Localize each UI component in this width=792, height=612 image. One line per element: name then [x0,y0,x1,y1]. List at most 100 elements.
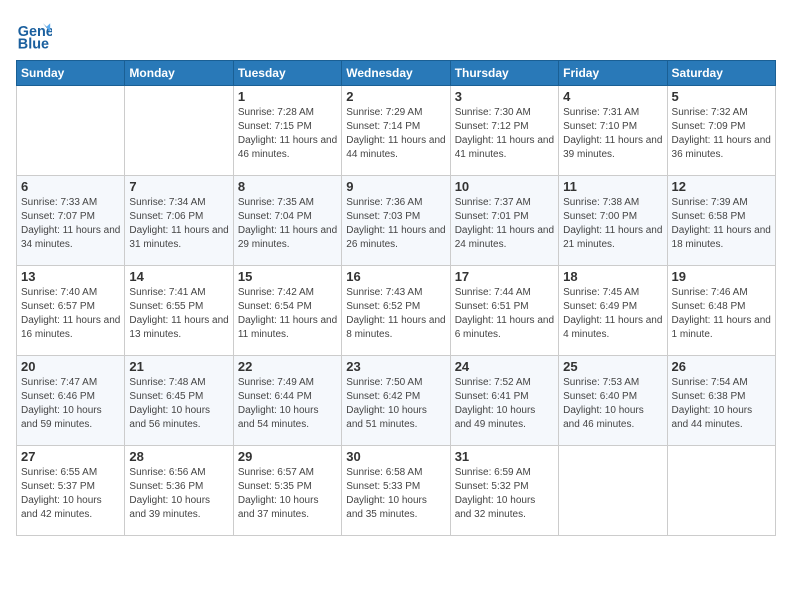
calendar-week-4: 20 Sunrise: 7:47 AM Sunset: 6:46 PM Dayli… [17,356,776,446]
cell-content: Sunrise: 7:35 AM Sunset: 7:04 PM Dayligh… [238,196,337,252]
day-number: 22 [238,359,337,374]
page-header: General Blue [16,16,776,52]
cell-content: Sunrise: 7:40 AM Sunset: 6:57 PM Dayligh… [21,286,120,342]
calendar-cell: 20 Sunrise: 7:47 AM Sunset: 6:46 PM Dayli… [17,356,125,446]
calendar-cell: 6Sunrise: 7:33 AM Sunset: 7:07 PM Daylig… [17,176,125,266]
cell-content: Sunrise: 7:53 AM Sunset: 6:40 PM Dayligh… [563,376,662,432]
day-number: 30 [346,449,445,464]
day-number: 8 [238,179,337,194]
calendar-week-3: 13 Sunrise: 7:40 AM Sunset: 6:57 PM Dayli… [17,266,776,356]
day-number: 16 [346,269,445,284]
day-header-tuesday: Tuesday [233,61,341,86]
cell-content: Sunrise: 7:49 AM Sunset: 6:44 PM Dayligh… [238,376,337,432]
calendar-cell: 3 Sunrise: 7:30 AM Sunset: 7:12 PM Daylig… [450,86,558,176]
cell-content: Sunrise: 7:52 AM Sunset: 6:41 PM Dayligh… [455,376,554,432]
day-number: 12 [672,179,771,194]
calendar-cell: 31 Sunrise: 6:59 AM Sunset: 5:32 PM Dayli… [450,446,558,536]
cell-content: Sunrise: 7:34 AM Sunset: 7:06 PM Dayligh… [129,196,228,252]
calendar-cell [125,86,233,176]
cell-content: Sunrise: 7:43 AM Sunset: 6:52 PM Dayligh… [346,286,445,342]
cell-content: Sunrise: 6:56 AM Sunset: 5:36 PM Dayligh… [129,466,228,522]
day-number: 3 [455,89,554,104]
cell-content: Sunrise: 6:59 AM Sunset: 5:32 PM Dayligh… [455,466,554,522]
day-number: 11 [563,179,662,194]
day-number: 21 [129,359,228,374]
svg-text:Blue: Blue [18,36,49,52]
calendar-cell: 9 Sunrise: 7:36 AM Sunset: 7:03 PM Daylig… [342,176,450,266]
cell-content: Sunrise: 7:32 AM Sunset: 7:09 PM Dayligh… [672,106,771,162]
calendar-cell: 14Sunrise: 7:41 AM Sunset: 6:55 PM Dayli… [125,266,233,356]
calendar-cell: 17 Sunrise: 7:44 AM Sunset: 6:51 PM Dayli… [450,266,558,356]
day-number: 27 [21,449,120,464]
cell-content: Sunrise: 7:33 AM Sunset: 7:07 PM Dayligh… [21,196,120,252]
cell-content: Sunrise: 7:36 AM Sunset: 7:03 PM Dayligh… [346,196,445,252]
calendar-cell: 26 Sunrise: 7:54 AM Sunset: 6:38 PM Dayli… [667,356,775,446]
calendar-cell [17,86,125,176]
day-header-sunday: Sunday [17,61,125,86]
cell-content: Sunrise: 7:28 AM Sunset: 7:15 PM Dayligh… [238,106,337,162]
cell-content: Sunrise: 7:37 AM Sunset: 7:01 PM Dayligh… [455,196,554,252]
cell-content: Sunrise: 7:44 AM Sunset: 6:51 PM Dayligh… [455,286,554,342]
day-header-friday: Friday [559,61,667,86]
day-number: 1 [238,89,337,104]
cell-content: Sunrise: 7:42 AM Sunset: 6:54 PM Dayligh… [238,286,337,342]
day-number: 17 [455,269,554,284]
day-number: 29 [238,449,337,464]
calendar-week-5: 27Sunrise: 6:55 AM Sunset: 5:37 PM Dayli… [17,446,776,536]
day-number: 9 [346,179,445,194]
calendar-cell: 27Sunrise: 6:55 AM Sunset: 5:37 PM Dayli… [17,446,125,536]
cell-content: Sunrise: 7:30 AM Sunset: 7:12 PM Dayligh… [455,106,554,162]
day-number: 5 [672,89,771,104]
cell-content: Sunrise: 7:50 AM Sunset: 6:42 PM Dayligh… [346,376,445,432]
calendar-cell: 2 Sunrise: 7:29 AM Sunset: 7:14 PM Daylig… [342,86,450,176]
calendar-cell: 22 Sunrise: 7:49 AM Sunset: 6:44 PM Dayli… [233,356,341,446]
logo: General Blue [16,16,56,52]
day-number: 25 [563,359,662,374]
cell-content: Sunrise: 7:45 AM Sunset: 6:49 PM Dayligh… [563,286,662,342]
day-number: 20 [21,359,120,374]
day-header-saturday: Saturday [667,61,775,86]
day-number: 13 [21,269,120,284]
calendar-cell [667,446,775,536]
day-number: 19 [672,269,771,284]
calendar-cell: 18 Sunrise: 7:45 AM Sunset: 6:49 PM Dayli… [559,266,667,356]
day-header-thursday: Thursday [450,61,558,86]
calendar-cell: 28 Sunrise: 6:56 AM Sunset: 5:36 PM Dayli… [125,446,233,536]
cell-content: Sunrise: 7:39 AM Sunset: 6:58 PM Dayligh… [672,196,771,252]
day-number: 18 [563,269,662,284]
calendar-cell: 12 Sunrise: 7:39 AM Sunset: 6:58 PM Dayli… [667,176,775,266]
day-header-monday: Monday [125,61,233,86]
calendar-cell: 1 Sunrise: 7:28 AM Sunset: 7:15 PM Daylig… [233,86,341,176]
calendar-cell: 15 Sunrise: 7:42 AM Sunset: 6:54 PM Dayli… [233,266,341,356]
cell-content: Sunrise: 7:47 AM Sunset: 6:46 PM Dayligh… [21,376,120,432]
calendar-cell: 7Sunrise: 7:34 AM Sunset: 7:06 PM Daylig… [125,176,233,266]
cell-content: Sunrise: 7:54 AM Sunset: 6:38 PM Dayligh… [672,376,771,432]
day-header-wednesday: Wednesday [342,61,450,86]
day-number: 2 [346,89,445,104]
day-number: 31 [455,449,554,464]
calendar-cell: 11Sunrise: 7:38 AM Sunset: 7:00 PM Dayli… [559,176,667,266]
cell-content: Sunrise: 7:48 AM Sunset: 6:45 PM Dayligh… [129,376,228,432]
cell-content: Sunrise: 7:41 AM Sunset: 6:55 PM Dayligh… [129,286,228,342]
calendar-week-1: 1 Sunrise: 7:28 AM Sunset: 7:15 PM Daylig… [17,86,776,176]
calendar-cell: 5 Sunrise: 7:32 AM Sunset: 7:09 PM Daylig… [667,86,775,176]
cell-content: Sunrise: 7:31 AM Sunset: 7:10 PM Dayligh… [563,106,662,162]
day-number: 23 [346,359,445,374]
calendar-cell: 25 Sunrise: 7:53 AM Sunset: 6:40 PM Dayli… [559,356,667,446]
calendar-cell: 4 Sunrise: 7:31 AM Sunset: 7:10 PM Daylig… [559,86,667,176]
calendar-cell: 24 Sunrise: 7:52 AM Sunset: 6:41 PM Dayli… [450,356,558,446]
logo-icon: General Blue [16,16,52,52]
day-number: 10 [455,179,554,194]
calendar-cell: 10 Sunrise: 7:37 AM Sunset: 7:01 PM Dayli… [450,176,558,266]
day-number: 26 [672,359,771,374]
day-number: 15 [238,269,337,284]
calendar-cell: 21 Sunrise: 7:48 AM Sunset: 6:45 PM Dayli… [125,356,233,446]
day-number: 24 [455,359,554,374]
cell-content: Sunrise: 6:57 AM Sunset: 5:35 PM Dayligh… [238,466,337,522]
calendar-cell: 23 Sunrise: 7:50 AM Sunset: 6:42 PM Dayli… [342,356,450,446]
calendar-week-2: 6Sunrise: 7:33 AM Sunset: 7:07 PM Daylig… [17,176,776,266]
day-number: 4 [563,89,662,104]
day-number: 28 [129,449,228,464]
cell-content: Sunrise: 7:29 AM Sunset: 7:14 PM Dayligh… [346,106,445,162]
calendar-header-row: SundayMondayTuesdayWednesdayThursdayFrid… [17,61,776,86]
